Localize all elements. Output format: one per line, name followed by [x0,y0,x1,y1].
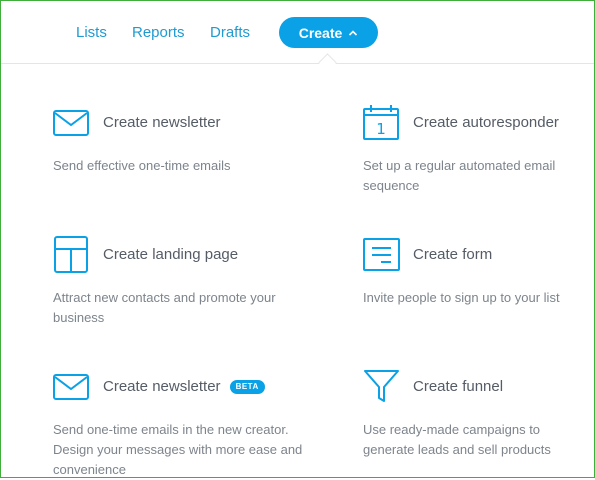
funnel-icon [364,370,399,402]
svg-text:1: 1 [376,120,386,138]
menu-item-description: Use ready-made campaigns to generate lea… [363,422,551,457]
beta-badge: BETA [229,380,265,394]
nav-reports-link[interactable]: Reports [132,24,185,42]
envelope-icon [53,110,89,136]
menu-item-title: Create autoresponder [413,114,559,131]
form-icon [363,238,400,271]
menu-item-description: Invite people to sign up to your list [363,290,560,305]
nav-lists-link[interactable]: Lists [76,24,107,42]
menu-item-description: Send one-time emails in the new creator.… [53,422,303,477]
top-nav: Lists Reports Drafts Create [1,1,594,64]
envelope-icon [53,374,89,400]
menu-item-title: Create funnel [413,378,504,395]
menu-item-title: Create newsletter BETA [103,378,265,396]
menu-item-description: Set up a regular automated email sequenc… [363,158,556,193]
menu-item-title-text: Create newsletter [103,378,221,395]
menu-item-title: Create landing page [103,246,239,263]
menu-item-title: Create newsletter [103,114,221,131]
chevron-up-icon [349,29,358,36]
create-button-label: Create [298,24,343,41]
nav-drafts-link[interactable]: Drafts [210,24,250,42]
menu-item-title: Create form [413,246,493,263]
calendar-icon: 1 [363,105,399,140]
create-button[interactable]: Create [279,17,378,48]
menu-item-description: Attract new contacts and promote your bu… [53,290,276,325]
dropdown-frame: Lists Reports Drafts Create Create newsl… [0,0,595,478]
layout-icon [54,236,88,273]
menu-item-description: Send effective one-time emails [53,158,231,173]
